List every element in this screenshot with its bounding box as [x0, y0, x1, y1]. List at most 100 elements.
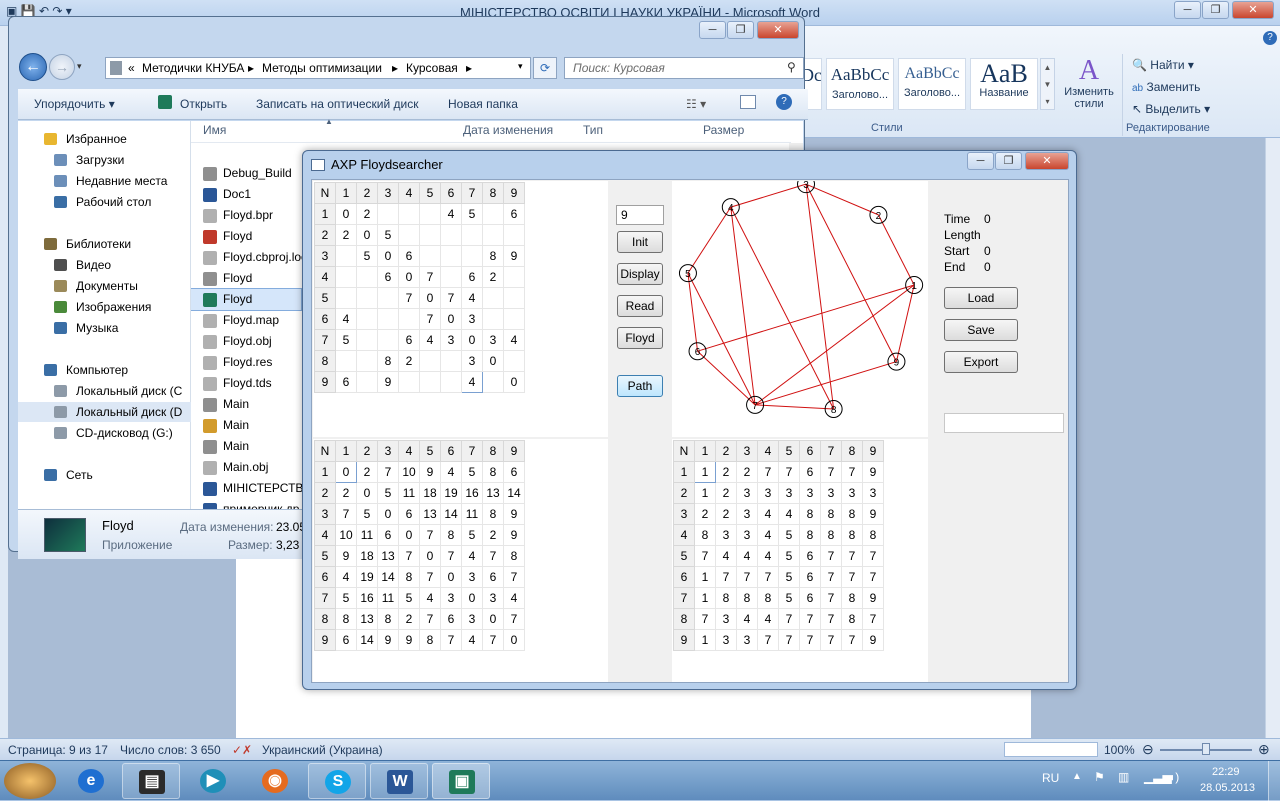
grid-cell[interactable]: 8: [482, 461, 504, 483]
forward-button[interactable]: →: [49, 54, 75, 80]
vertical-scrollbar[interactable]: [1265, 138, 1280, 738]
grid-cell[interactable]: 5: [778, 587, 800, 609]
grid-cell[interactable]: 5: [461, 203, 483, 225]
display-button[interactable]: Display: [617, 263, 663, 285]
breadcrumb-item[interactable]: Курсовая: [406, 61, 458, 75]
path-button[interactable]: Path: [617, 375, 663, 397]
grid-cell[interactable]: 4: [461, 629, 483, 651]
show-desktop-button[interactable]: [1268, 761, 1280, 801]
grid-cell[interactable]: 0: [461, 329, 483, 351]
grid-cell[interactable]: 4: [440, 203, 462, 225]
grid-cell[interactable]: 7: [694, 608, 716, 630]
grid-cell[interactable]: 9: [503, 245, 525, 267]
start-button[interactable]: [4, 763, 56, 799]
grid-cell[interactable]: 5: [398, 587, 420, 609]
style-heading1[interactable]: AaBbCc Заголово...: [826, 58, 894, 110]
grid-cell[interactable]: 2: [356, 203, 378, 225]
grid-cell[interactable]: 7: [715, 566, 737, 588]
zoom-out-icon[interactable]: ⊖: [1142, 741, 1154, 758]
grid-cell[interactable]: 7: [757, 566, 779, 588]
select-button[interactable]: ↖ Выделить ▾: [1132, 102, 1210, 116]
address-dropdown-icon[interactable]: ▾: [518, 61, 523, 72]
taskbar-firefox[interactable]: ◉: [246, 763, 304, 799]
grid-cell[interactable]: 6: [799, 545, 821, 567]
grid-cell[interactable]: 0: [482, 608, 504, 630]
grid-cell[interactable]: 0: [419, 287, 441, 309]
grid-cell[interactable]: 4: [440, 461, 462, 483]
breadcrumb-separator[interactable]: ▸: [392, 61, 398, 75]
grid-cell[interactable]: [482, 224, 504, 246]
nav-item[interactable]: Компьютер: [18, 360, 191, 380]
grid-cell[interactable]: 3: [461, 350, 483, 372]
grid-cell[interactable]: 5: [461, 461, 483, 483]
grid-cell[interactable]: 2: [482, 524, 504, 546]
grid-cell[interactable]: 7: [841, 629, 863, 651]
grid-cell[interactable]: [503, 308, 525, 330]
grid-cell[interactable]: 8: [841, 524, 863, 546]
grid-cell[interactable]: 6: [377, 266, 399, 288]
save-button[interactable]: Save: [944, 319, 1018, 341]
grid-cell[interactable]: 2: [715, 482, 737, 504]
grid-cell[interactable]: 8: [377, 350, 399, 372]
grid-cell[interactable]: [377, 329, 399, 351]
grid-cell[interactable]: 3: [736, 629, 758, 651]
grid-cell[interactable]: 7: [820, 608, 842, 630]
grid-cell[interactable]: [398, 371, 420, 393]
grid-cell[interactable]: 6: [398, 503, 420, 525]
grid-cell[interactable]: 4: [335, 566, 357, 588]
grid-cell[interactable]: 1: [694, 629, 716, 651]
organize-button[interactable]: Упорядочить ▾: [34, 97, 115, 111]
grid-cell[interactable]: 4: [757, 608, 779, 630]
grid-cell[interactable]: 3: [757, 482, 779, 504]
grid-cell[interactable]: 9: [377, 629, 399, 651]
help-icon[interactable]: ?: [1263, 31, 1277, 45]
grid-cell[interactable]: 0: [440, 566, 462, 588]
grid-cell[interactable]: 4: [736, 545, 758, 567]
grid-cell[interactable]: [419, 203, 441, 225]
grid-cell[interactable]: 13: [356, 608, 378, 630]
clock-time[interactable]: 22:29: [1212, 766, 1240, 778]
nav-item[interactable]: Документы: [18, 276, 191, 296]
minimize-button[interactable]: ─: [1174, 1, 1201, 19]
grid-cell[interactable]: [356, 308, 378, 330]
grid-cell[interactable]: 6: [398, 245, 420, 267]
grid-cell[interactable]: [419, 245, 441, 267]
action-center-icon[interactable]: ⚑: [1094, 770, 1105, 784]
grid-cell[interactable]: 11: [377, 587, 399, 609]
grid-cell[interactable]: 5: [377, 224, 399, 246]
grid-cell[interactable]: 7: [757, 629, 779, 651]
maximize-button[interactable]: ❐: [1202, 1, 1229, 19]
grid-cell[interactable]: 4: [757, 503, 779, 525]
grid-cell[interactable]: 9: [398, 629, 420, 651]
grid-cell[interactable]: 4: [419, 329, 441, 351]
grid-cell[interactable]: 5: [335, 587, 357, 609]
grid-cell[interactable]: 8: [335, 608, 357, 630]
grid-cell[interactable]: [440, 350, 462, 372]
grid-cell[interactable]: 6: [799, 566, 821, 588]
grid-cell[interactable]: 7: [440, 287, 462, 309]
grid-cell[interactable]: 3: [715, 608, 737, 630]
address-bar[interactable]: « Методички КНУБА ▸ Методы оптимизации ▸…: [105, 57, 531, 79]
grid-cell[interactable]: 9: [377, 371, 399, 393]
grid-cell[interactable]: 3: [440, 329, 462, 351]
grid-cell[interactable]: 1: [694, 461, 716, 483]
breadcrumb-item[interactable]: Методички КНУБА: [142, 61, 244, 75]
distance-grid[interactable]: N 1 2 3 4 5 6 7 8 9 1 0 2 7 10 9 4 5 8 6 2 2 0 5 11 18 19 16 13 14 3 7 5…: [314, 440, 525, 651]
grid-cell[interactable]: 11: [398, 482, 420, 504]
grid-cell[interactable]: 19: [356, 566, 378, 588]
grid-cell[interactable]: 8: [820, 503, 842, 525]
nav-item[interactable]: Локальный диск (C: [18, 381, 191, 401]
taskbar-ie[interactable]: e: [62, 763, 120, 799]
nav-item[interactable]: Загрузки: [18, 150, 191, 170]
taskbar-floyd[interactable]: ▣: [432, 763, 490, 799]
find-button[interactable]: 🔍 Найти ▾: [1132, 58, 1194, 72]
grid-cell[interactable]: 2: [694, 503, 716, 525]
nav-item[interactable]: Музыка: [18, 318, 191, 338]
grid-cell[interactable]: 7: [482, 629, 504, 651]
nav-item[interactable]: Недавние места: [18, 171, 191, 191]
taskbar-explorer[interactable]: ▤: [122, 763, 180, 799]
grid-cell[interactable]: 6: [335, 371, 357, 393]
grid-cell[interactable]: 7: [778, 608, 800, 630]
grid-cell[interactable]: 7: [778, 461, 800, 483]
explorer-minimize-button[interactable]: ─: [699, 21, 726, 39]
